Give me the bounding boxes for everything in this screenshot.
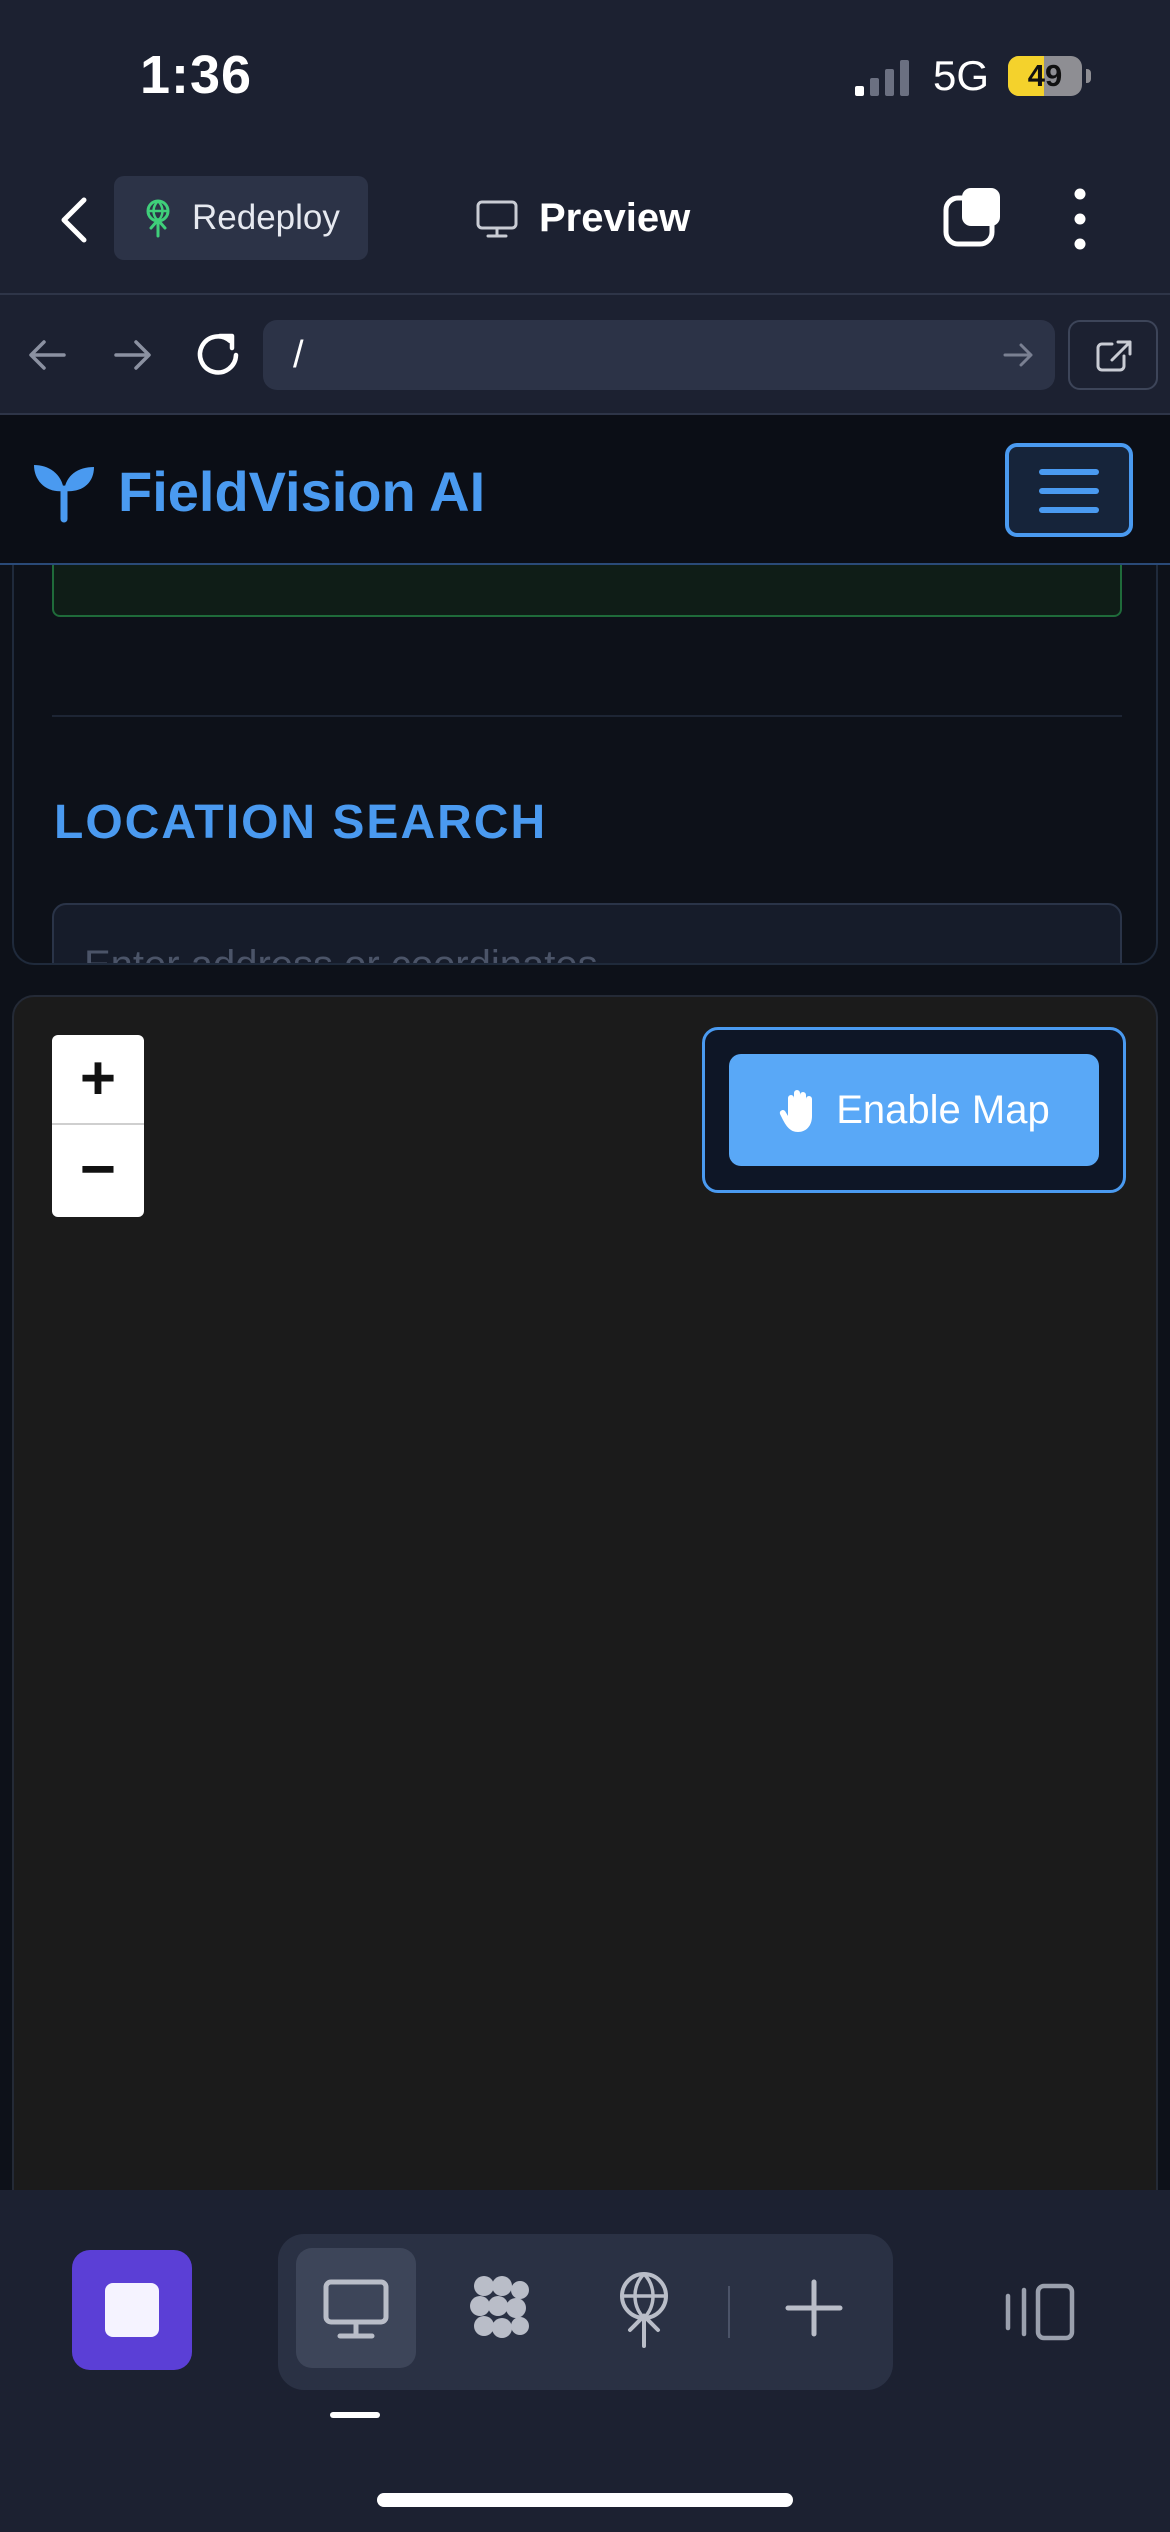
- menu-bar-top: [1039, 469, 1099, 475]
- bottom-bar: [0, 2190, 1170, 2532]
- zoom-control: + −: [52, 1035, 144, 1217]
- battery-nub: [1086, 69, 1091, 83]
- deploy-view-tab[interactable]: [584, 2248, 704, 2368]
- workflow-view-tab[interactable]: [440, 2248, 560, 2368]
- switcher-separator: [728, 2286, 730, 2338]
- app-header: FieldVision AI: [0, 415, 1170, 565]
- stop-icon: [105, 2283, 159, 2337]
- preview-tab[interactable]: Preview: [475, 196, 690, 241]
- enable-map-label: Enable Map: [836, 1087, 1050, 1132]
- zoom-in-button[interactable]: +: [52, 1035, 144, 1125]
- nav-back-icon[interactable]: [22, 333, 72, 377]
- antenna-icon: [620, 2272, 668, 2348]
- tabs-switcher-icon[interactable]: [940, 186, 1004, 250]
- monitor-icon: [476, 200, 518, 237]
- hamburger-menu-button[interactable]: [1005, 443, 1133, 537]
- hand-icon: [780, 1090, 813, 1132]
- brand-title[interactable]: FieldVision AI: [118, 459, 485, 524]
- stop-button[interactable]: [72, 2250, 192, 2370]
- view-switcher: [278, 2234, 893, 2390]
- redeploy-button[interactable]: Redeploy: [114, 176, 368, 260]
- more-options-icon[interactable]: [1062, 186, 1098, 252]
- network-type: 5G: [933, 52, 990, 99]
- nav-forward-icon[interactable]: [108, 333, 158, 377]
- url-text: /: [293, 334, 304, 376]
- home-indicator: [377, 2493, 793, 2507]
- search-placeholder: Enter address or coordinates: [84, 943, 598, 965]
- go-arrow-icon[interactable]: [1001, 338, 1035, 372]
- redeploy-label: Redeploy: [192, 198, 340, 237]
- preview-label: Preview: [539, 196, 691, 240]
- preview-view-tab[interactable]: [296, 2248, 416, 2368]
- reload-icon[interactable]: [190, 327, 246, 383]
- add-tab-button[interactable]: [754, 2248, 874, 2368]
- antenna-icon: [146, 199, 170, 238]
- battery-icon: 49: [1008, 56, 1082, 96]
- status-bar: 1:36 5G 49: [0, 0, 1170, 150]
- plus-icon: [785, 2279, 843, 2337]
- enable-map-button[interactable]: Enable Map: [729, 1054, 1099, 1166]
- menu-bar-bottom: [1039, 507, 1099, 513]
- sprout-icon: [34, 465, 94, 523]
- location-search-title: LOCATION SEARCH: [54, 796, 548, 849]
- section-divider: [52, 715, 1122, 717]
- location-search-input[interactable]: Enter address or coordinates: [52, 903, 1122, 965]
- menu-bar-middle: [1039, 488, 1099, 494]
- enable-map-frame: Enable Map: [702, 1027, 1126, 1193]
- url-bar: /: [0, 297, 1170, 415]
- active-tab-indicator: [330, 2412, 380, 2418]
- signal-icon: [855, 60, 909, 96]
- panel-toggle-icon[interactable]: [1000, 2282, 1076, 2342]
- map-container[interactable]: + − Enable Map: [12, 995, 1158, 2190]
- open-external-button[interactable]: [1068, 320, 1158, 390]
- status-time: 1:36: [140, 45, 253, 105]
- url-input[interactable]: /: [263, 320, 1055, 390]
- zoom-out-button[interactable]: −: [52, 1126, 144, 1216]
- monitor-icon: [323, 2279, 389, 2339]
- back-chevron-icon[interactable]: [50, 190, 100, 250]
- external-link-icon: [1096, 340, 1132, 372]
- battery-level: 49: [1027, 58, 1063, 93]
- top-toolbar: Redeploy Preview: [0, 150, 1170, 295]
- nodes-cluster-icon: [470, 2276, 529, 2338]
- app-viewport: LOCATION SEARCH Enter address or coordin…: [0, 415, 1170, 2190]
